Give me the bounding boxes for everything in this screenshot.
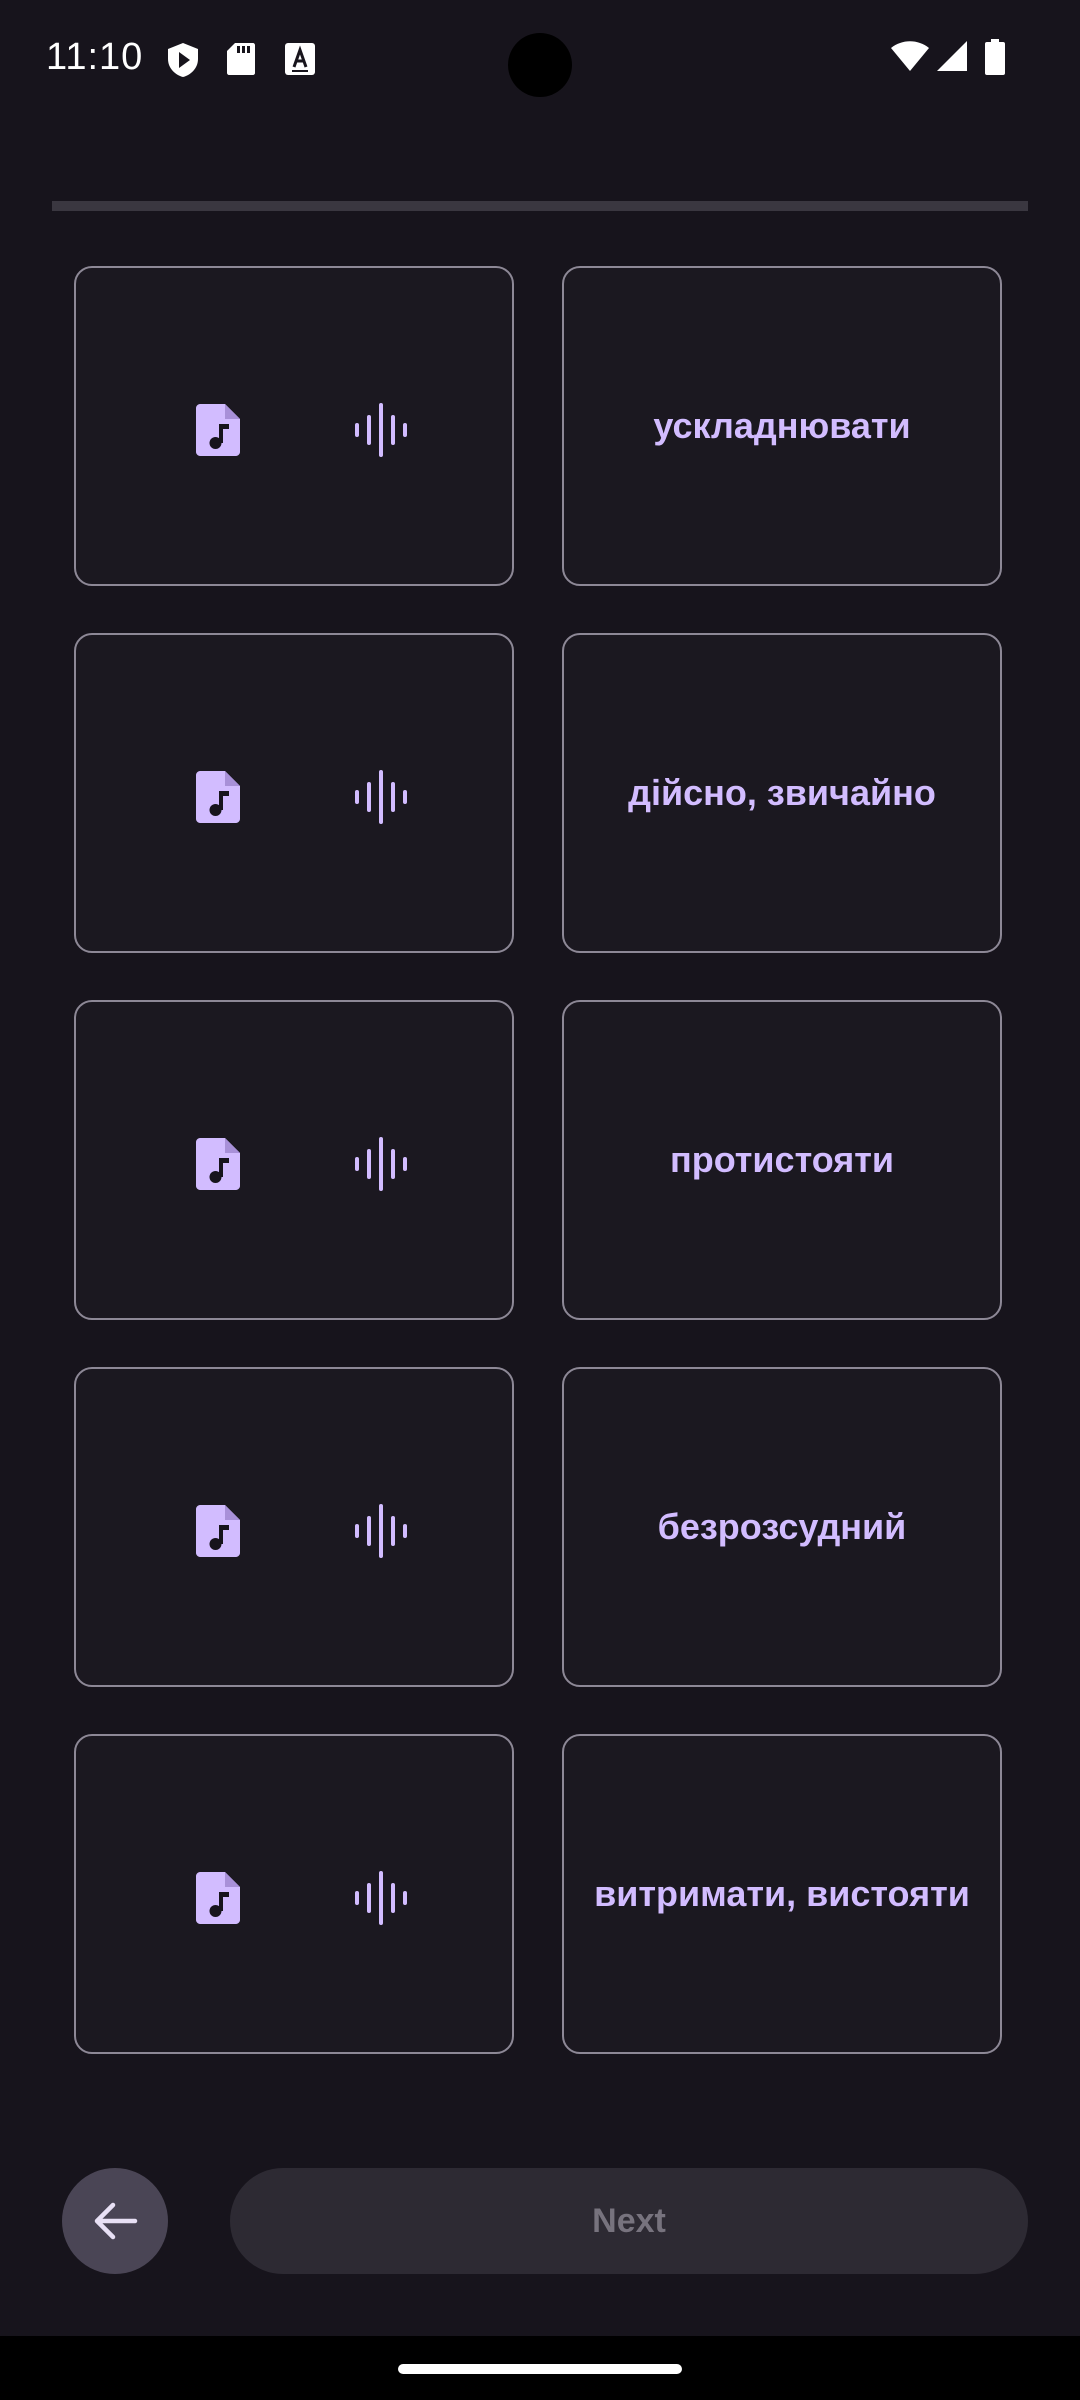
music-file-icon bbox=[196, 1872, 240, 1924]
sd-card-icon bbox=[227, 43, 255, 75]
home-indicator[interactable] bbox=[398, 2364, 682, 2374]
word-tile-5[interactable]: витримати, вистояти bbox=[562, 1734, 1002, 2054]
audio-wave-icon bbox=[355, 403, 407, 457]
audio-wave-icon bbox=[355, 1137, 407, 1191]
audio-wave-icon bbox=[355, 1504, 407, 1558]
back-button[interactable] bbox=[62, 2168, 168, 2274]
camera-cutout bbox=[508, 33, 572, 97]
word-label: ускладнювати bbox=[653, 405, 911, 446]
progress-bar bbox=[52, 201, 1028, 211]
word-label: дійсно, звичайно bbox=[628, 772, 936, 813]
word-tile-2[interactable]: дійсно, звичайно bbox=[562, 633, 1002, 953]
signal-icon bbox=[937, 41, 967, 71]
keyboard-a-icon bbox=[285, 43, 315, 75]
word-label: протистояти bbox=[669, 1139, 895, 1180]
audio-tile-2[interactable] bbox=[74, 633, 514, 953]
word-tile-4[interactable]: безрозсудний bbox=[562, 1367, 1002, 1687]
arrow-left-icon bbox=[94, 2202, 138, 2240]
battery-icon bbox=[985, 39, 1005, 75]
audio-wave-icon bbox=[355, 1871, 407, 1925]
word-label: витримати, вистояти bbox=[594, 1873, 970, 1914]
word-label: безрозсудний bbox=[657, 1506, 907, 1547]
audio-tile-5[interactable] bbox=[74, 1734, 514, 2054]
wifi-icon bbox=[891, 41, 929, 71]
next-button[interactable]: Next bbox=[230, 2168, 1028, 2274]
word-tile-3[interactable]: протистояти bbox=[562, 1000, 1002, 1320]
music-file-icon bbox=[196, 404, 240, 456]
audio-tile-1[interactable] bbox=[74, 266, 514, 586]
audio-tile-4[interactable] bbox=[74, 1367, 514, 1687]
status-bar: 11:10 bbox=[0, 0, 1080, 120]
music-file-icon bbox=[196, 1505, 240, 1557]
play-protect-icon bbox=[168, 43, 198, 77]
audio-tile-3[interactable] bbox=[74, 1000, 514, 1320]
music-file-icon bbox=[196, 771, 240, 823]
audio-wave-icon bbox=[355, 770, 407, 824]
word-tile-1[interactable]: ускладнювати bbox=[562, 266, 1002, 586]
status-time: 11:10 bbox=[46, 36, 144, 78]
app-screen: 11:10 ускладнювати дійсно, звичайно прот… bbox=[0, 0, 1080, 2336]
music-file-icon bbox=[196, 1138, 240, 1190]
